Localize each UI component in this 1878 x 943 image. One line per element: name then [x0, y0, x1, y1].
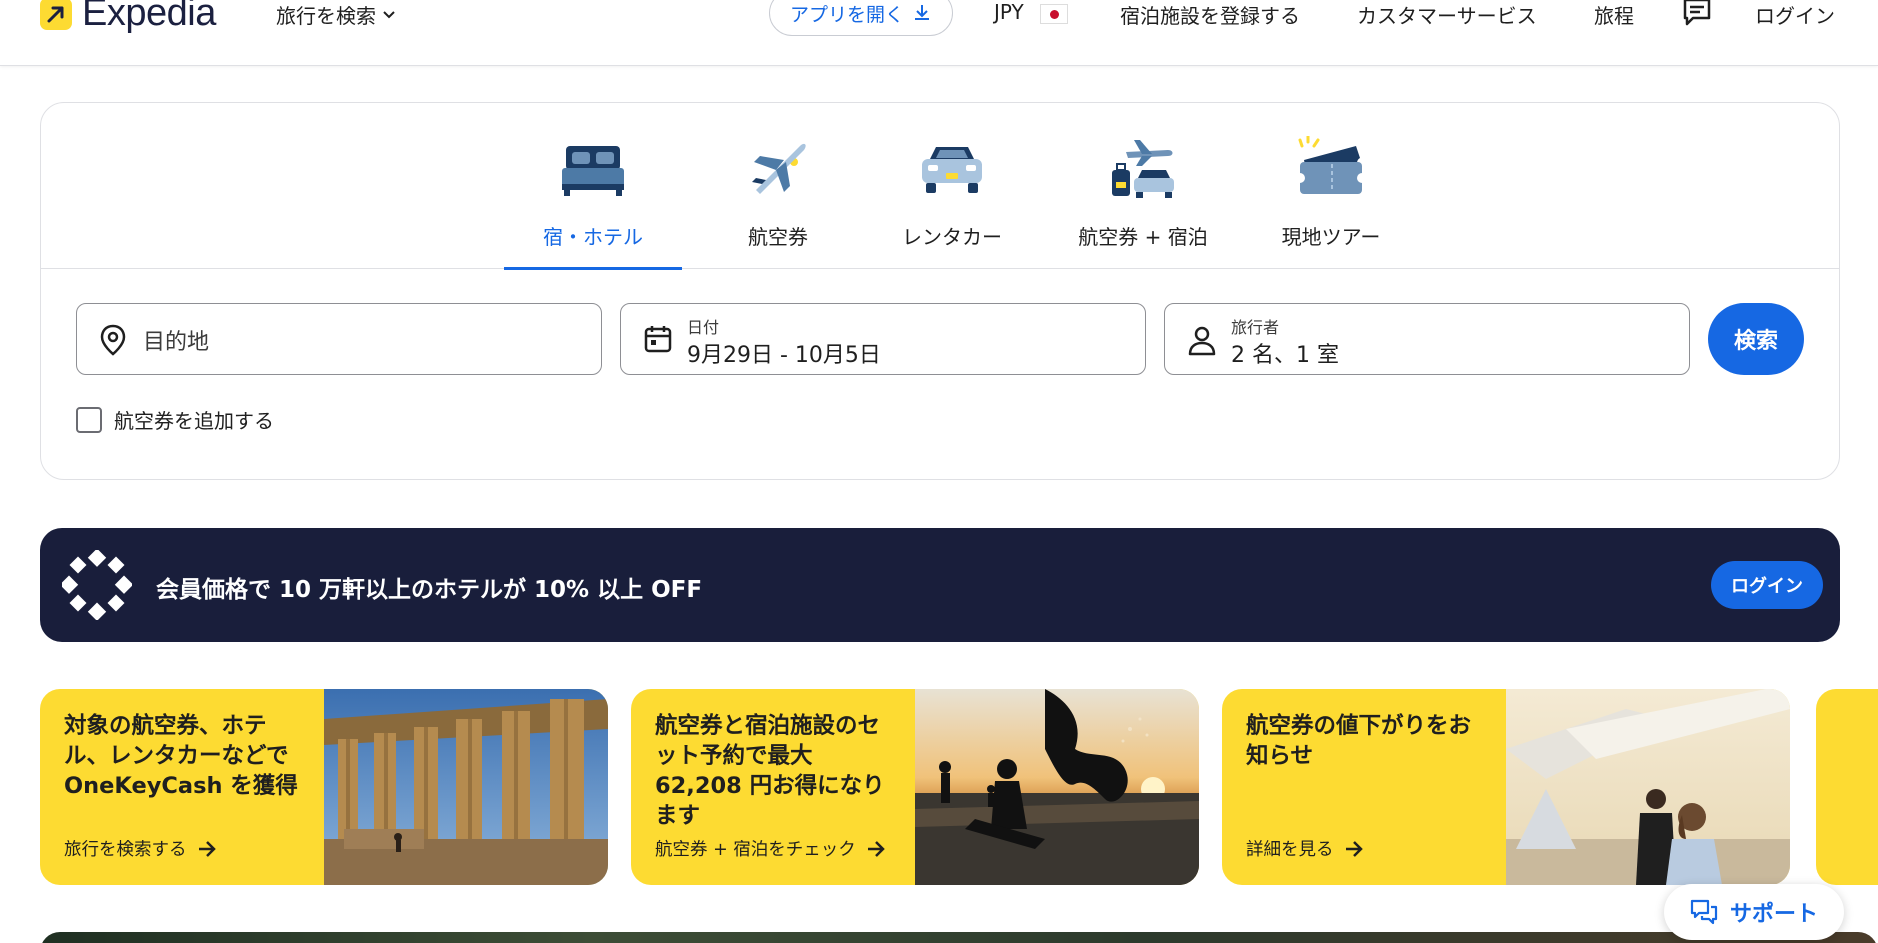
trips-menu-label: 旅行を検索: [276, 4, 376, 28]
travelers-field[interactable]: 旅行者 2 名、1 室: [1164, 303, 1690, 375]
member-banner-text: 会員価格で 10 万軒以上のホテルが 10% 以上 OFF: [156, 577, 703, 603]
promo-content: 航空券と宿泊施設のセット予約で最大 62,208 円お得になります 航空券 + …: [631, 689, 915, 885]
greek-temple-image: [324, 689, 608, 885]
promo-link[interactable]: 航空券 + 宿泊をチェック: [655, 836, 886, 861]
login-link[interactable]: ログイン: [1755, 0, 1835, 29]
flight-hotel-icon: [1108, 133, 1178, 203]
add-flight-option[interactable]: 航空券を追加する: [76, 405, 274, 434]
trips-menu[interactable]: 旅行を検索: [276, 0, 396, 29]
chat-bubbles-icon: [1690, 899, 1718, 925]
promo-card-next-partial[interactable]: [1816, 689, 1878, 885]
tab-cars[interactable]: レンタカー: [887, 133, 1017, 269]
location-pin-icon: [100, 324, 126, 356]
promo-content: 対象の航空券、ホテル、レンタカーなどで OneKeyCash を獲得 旅行を検索…: [40, 689, 324, 885]
tab-flights[interactable]: 航空券: [713, 133, 843, 269]
customer-service-link[interactable]: カスタマーサービス: [1357, 0, 1537, 29]
expedia-logo-icon: [40, 0, 72, 30]
brand-name: Expedia: [82, 0, 216, 34]
promo-title: 航空券と宿泊施設のセット予約で最大 62,208 円お得になります: [655, 713, 885, 829]
list-property-link[interactable]: 宿泊施設を登録する: [1120, 0, 1300, 29]
add-flight-label: 航空券を追加する: [114, 409, 274, 433]
dates-field[interactable]: 日付 9月29日 - 10月5日: [620, 303, 1146, 375]
promo-link[interactable]: 旅行を検索する: [64, 836, 217, 861]
expedia-logo[interactable]: Expedia: [40, 0, 216, 35]
add-flight-checkbox[interactable]: [76, 406, 102, 433]
support-button[interactable]: サポート: [1664, 884, 1844, 940]
site-header: Expedia 旅行を検索 アプリを開く JPY 宿泊施設を登録する カスタマー…: [0, 0, 1878, 66]
beach-sunset-image: [915, 689, 1199, 885]
promo-link-label: 詳細を見る: [1246, 840, 1334, 860]
travelers-value: 2 名、1 室: [1231, 343, 1339, 368]
currency-label: JPY: [994, 0, 1024, 24]
calendar-icon: [644, 326, 672, 353]
onekey-logo-icon: [59, 548, 134, 624]
tab-flights-label: 航空券: [748, 225, 808, 249]
tab-flight-hotel[interactable]: 航空券 + 宿泊: [1073, 133, 1213, 269]
tab-activities-label: 現地ツアー: [1281, 225, 1381, 249]
search-button[interactable]: 検索: [1708, 303, 1804, 375]
arrow-right-icon: [1345, 840, 1363, 857]
arrow-right-icon: [198, 840, 216, 857]
member-login-button[interactable]: ログイン: [1711, 561, 1823, 609]
ticket-icon: [1296, 133, 1366, 203]
featured-destination-image: [40, 932, 1878, 943]
open-app-label: アプリを開く: [790, 3, 905, 26]
airplane-boarding-image: [1506, 689, 1790, 885]
tab-cars-label: レンタカー: [902, 225, 1002, 249]
search-form-card: 宿・ホテル 航空券 レンタカー 航空券 + 宿泊 現地ツアー 目的地 日付 9月…: [40, 102, 1840, 480]
tab-flight-hotel-label: 航空券 + 宿泊: [1078, 225, 1208, 249]
promo-card-onekeycash[interactable]: 対象の航空券、ホテル、レンタカーなどで OneKeyCash を獲得 旅行を検索…: [40, 689, 608, 885]
dates-value: 9月29日 - 10月5日: [687, 343, 881, 368]
destination-placeholder: 目的地: [143, 330, 210, 355]
arrow-right-icon: [867, 840, 885, 857]
dates-label: 日付: [687, 318, 720, 337]
person-icon: [1188, 326, 1216, 356]
destination-field[interactable]: 目的地: [76, 303, 602, 375]
itinerary-link[interactable]: 旅程: [1594, 0, 1634, 29]
tab-stays-label: 宿・ホテル: [543, 225, 643, 249]
promo-link[interactable]: 詳細を見る: [1246, 836, 1364, 861]
promo-content: 航空券の値下がりをお知らせ 詳細を見る: [1222, 689, 1506, 885]
download-icon: [915, 5, 930, 20]
promo-card-package-savings[interactable]: 航空券と宿泊施設のセット予約で最大 62,208 円お得になります 航空券 + …: [631, 689, 1199, 885]
promo-title: 対象の航空券、ホテル、レンタカーなどで OneKeyCash を獲得: [64, 713, 298, 799]
airplane-icon: [746, 133, 810, 203]
japan-flag-icon: [1040, 3, 1069, 24]
bed-icon: [560, 133, 626, 203]
chevron-down-icon: [383, 10, 395, 18]
tab-activities[interactable]: 現地ツアー: [1263, 133, 1399, 269]
travelers-label: 旅行者: [1231, 318, 1280, 337]
tab-stays[interactable]: 宿・ホテル: [504, 133, 682, 270]
lob-tabs: 宿・ホテル 航空券 レンタカー 航空券 + 宿泊 現地ツアー: [41, 103, 1839, 270]
promo-title: 航空券の値下がりをお知らせ: [1246, 713, 1472, 769]
currency-selector[interactable]: JPY: [994, 0, 1069, 24]
open-app-button[interactable]: アプリを開く: [769, 0, 954, 36]
promo-card-price-alerts[interactable]: 航空券の値下がりをお知らせ 詳細を見る: [1222, 689, 1790, 885]
promo-link-label: 航空券 + 宿泊をチェック: [655, 840, 856, 860]
promo-link-label: 旅行を検索する: [64, 840, 187, 860]
chat-icon[interactable]: [1681, 0, 1713, 32]
support-label: サポート: [1729, 902, 1818, 927]
member-price-banner: 会員価格で 10 万軒以上のホテルが 10% 以上 OFF ログイン: [40, 528, 1840, 642]
car-icon: [918, 133, 986, 203]
